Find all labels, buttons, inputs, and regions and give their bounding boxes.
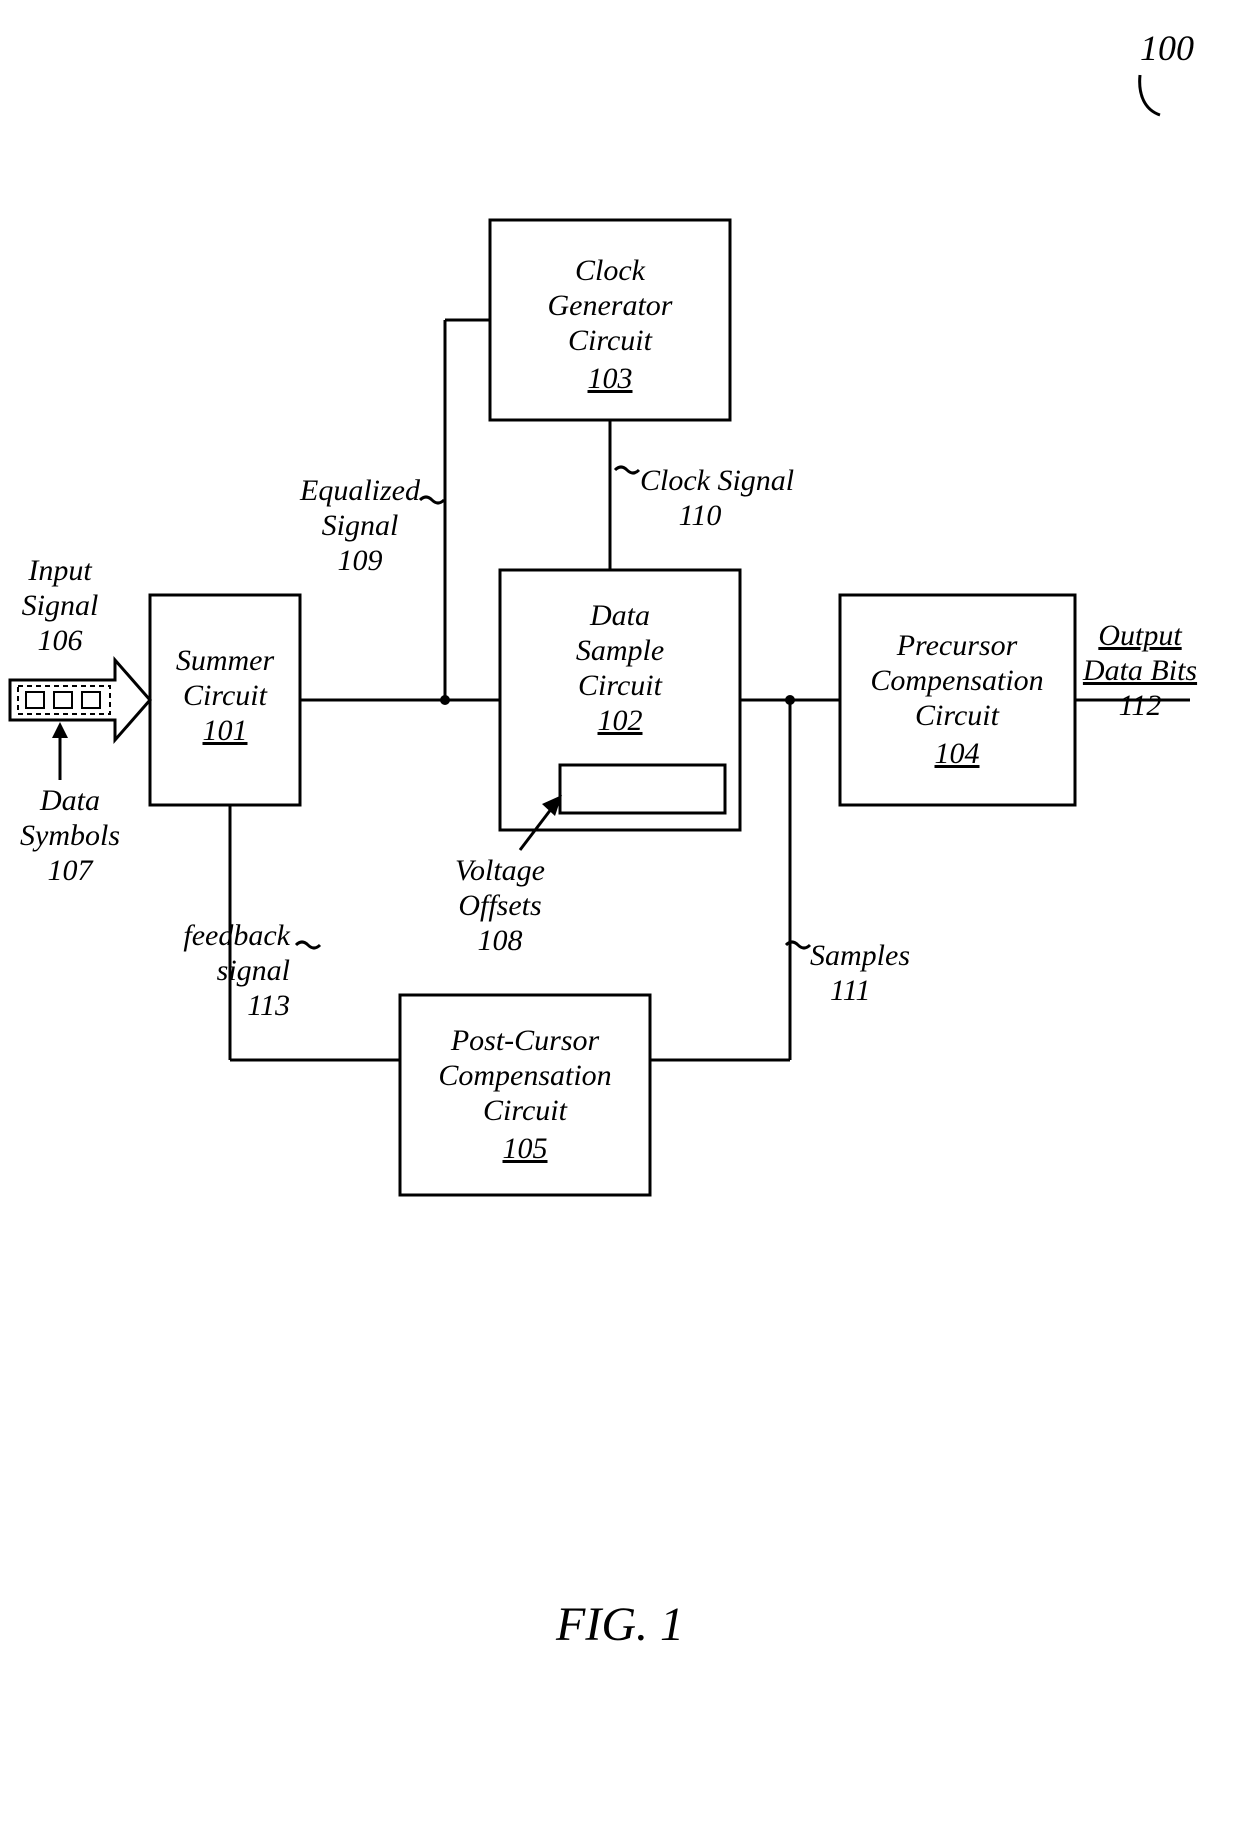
svg-text:109: 109 xyxy=(338,544,383,577)
svg-text:107: 107 xyxy=(48,854,95,887)
svg-text:106: 106 xyxy=(38,624,83,657)
figure-ref: 100 xyxy=(1140,28,1194,115)
svg-text:Data: Data xyxy=(39,784,100,817)
postcursor-block: Post-Cursor Compensation Circuit 105 xyxy=(400,995,650,1195)
svg-text:Circuit: Circuit xyxy=(568,324,653,357)
svg-text:Signal: Signal xyxy=(322,509,399,542)
svg-text:102: 102 xyxy=(598,704,643,737)
svg-text:feedback: feedback xyxy=(183,919,290,952)
svg-text:Post-Cursor: Post-Cursor xyxy=(450,1024,600,1057)
svg-text:Output: Output xyxy=(1098,619,1182,652)
svg-text:101: 101 xyxy=(203,714,248,747)
svg-text:Clock: Clock xyxy=(575,254,646,287)
svg-text:Compensation: Compensation xyxy=(870,664,1043,697)
samples-label: Samples 111 xyxy=(810,939,910,1007)
voltage-offsets-box xyxy=(560,765,725,813)
input-signal-label: Input Signal 106 xyxy=(22,554,99,657)
svg-text:110: 110 xyxy=(679,499,722,532)
equalized-signal-label: Equalized Signal 109 xyxy=(299,474,421,577)
svg-text:Data: Data xyxy=(589,599,650,632)
svg-text:Input: Input xyxy=(27,554,92,587)
output-label: Output Data Bits 112 xyxy=(1082,619,1197,722)
clock-signal-label: Clock Signal 110 xyxy=(640,464,794,532)
input-arrow xyxy=(10,660,150,740)
svg-text:Data Bits: Data Bits xyxy=(1082,654,1197,687)
svg-text:Generator: Generator xyxy=(548,289,673,322)
svg-text:103: 103 xyxy=(588,362,633,395)
data-symbols-label: Data Symbols 107 xyxy=(20,784,120,887)
svg-text:Signal: Signal xyxy=(22,589,99,622)
svg-text:Compensation: Compensation xyxy=(438,1059,611,1092)
svg-text:Summer: Summer xyxy=(176,644,275,677)
svg-text:Sample: Sample xyxy=(576,634,664,667)
svg-text:112: 112 xyxy=(1119,689,1162,722)
svg-text:Samples: Samples xyxy=(810,939,910,972)
svg-text:111: 111 xyxy=(830,974,871,1007)
figure-ref-text: 100 xyxy=(1140,28,1194,68)
summer-block: Summer Circuit 101 xyxy=(150,595,300,805)
clock-generator-block: Clock Generator Circuit 103 xyxy=(490,220,730,420)
svg-text:Symbols: Symbols xyxy=(20,819,120,852)
svg-text:Clock Signal: Clock Signal xyxy=(640,464,794,497)
data-sample-block: Data Sample Circuit 102 xyxy=(500,570,740,830)
svg-text:Equalized: Equalized xyxy=(299,474,421,507)
svg-text:Circuit: Circuit xyxy=(578,669,663,702)
svg-text:Voltage: Voltage xyxy=(455,854,545,887)
svg-text:Circuit: Circuit xyxy=(483,1094,568,1127)
precursor-block: Precursor Compensation Circuit 104 xyxy=(840,595,1075,805)
caption: FIG. 1 xyxy=(555,1598,684,1651)
svg-text:Circuit: Circuit xyxy=(915,699,1000,732)
svg-text:signal: signal xyxy=(217,954,290,987)
svg-text:Precursor: Precursor xyxy=(896,629,1018,662)
svg-text:108: 108 xyxy=(478,924,523,957)
svg-text:113: 113 xyxy=(247,989,290,1022)
svg-text:105: 105 xyxy=(503,1132,548,1165)
voltage-offsets-label: Voltage Offsets 108 xyxy=(455,854,545,957)
svg-text:104: 104 xyxy=(935,737,980,770)
block-diagram: 100 FIG. 1 Summer Circuit 101 Clock Gene… xyxy=(0,0,1240,1829)
svg-text:Circuit: Circuit xyxy=(183,679,268,712)
feedback-signal-label: feedback signal 113 xyxy=(183,919,290,1022)
svg-text:Offsets: Offsets xyxy=(458,889,541,922)
